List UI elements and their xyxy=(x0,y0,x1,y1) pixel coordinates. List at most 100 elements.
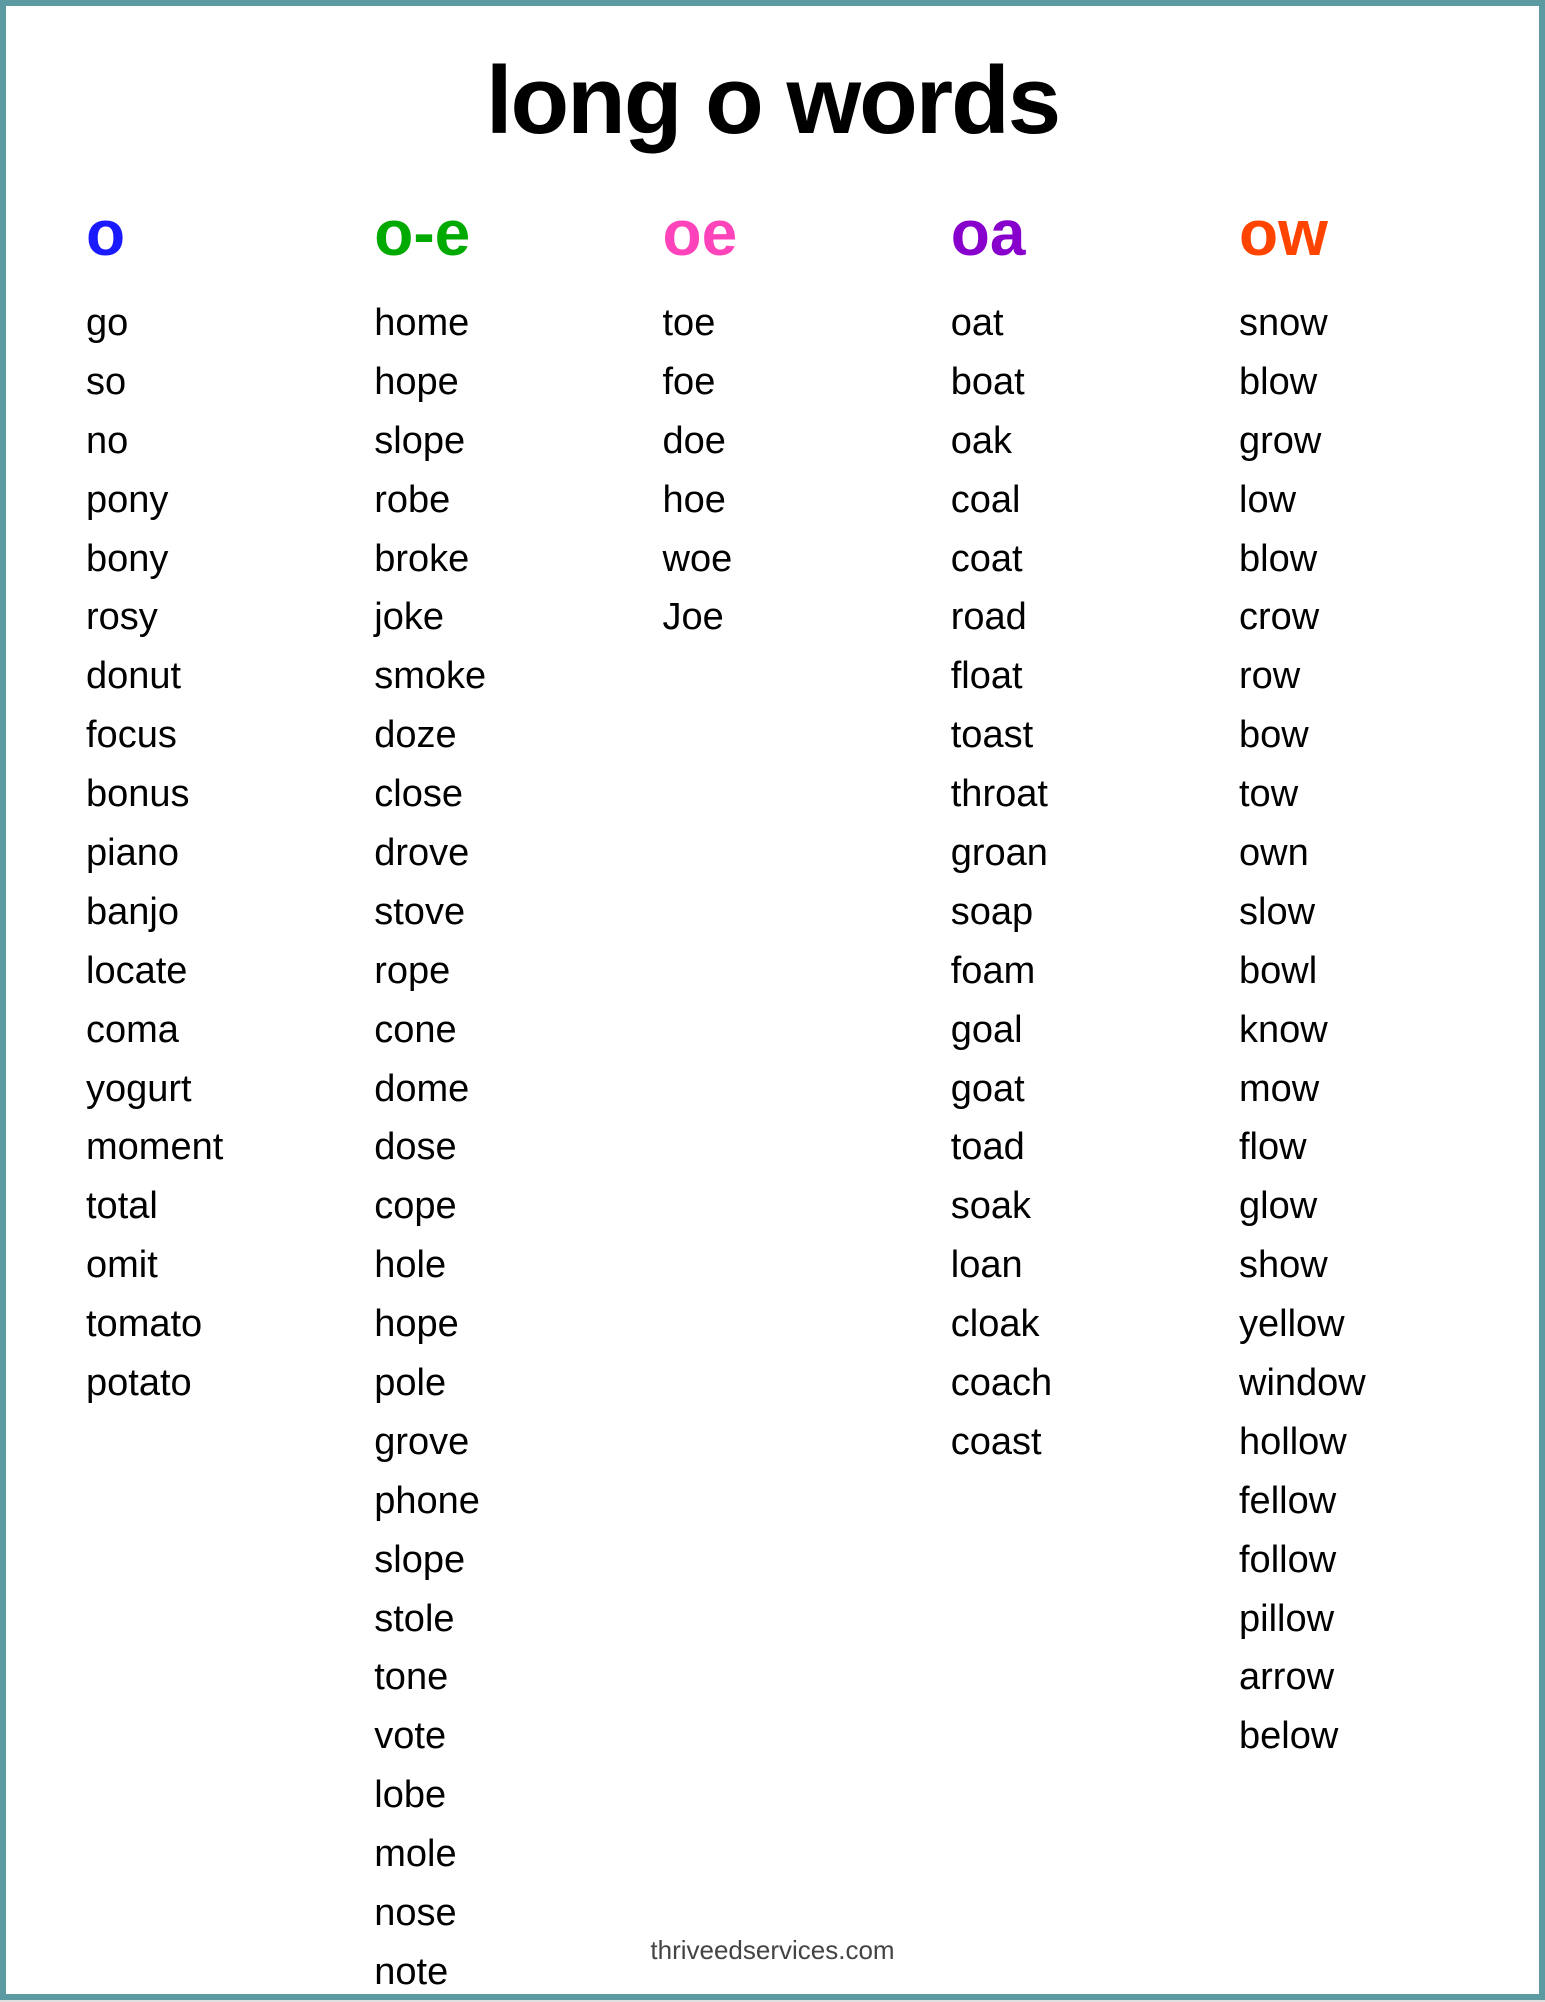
word-item: hollow xyxy=(1239,1413,1347,1472)
word-item: throat xyxy=(951,765,1048,824)
word-item: yellow xyxy=(1239,1295,1345,1354)
word-item: fellow xyxy=(1239,1472,1336,1531)
word-item: piano xyxy=(86,824,179,883)
column-oe-col: o-ehomehopesloperobebrokejokesmokedozecl… xyxy=(374,196,594,2002)
column-header-oa-col: oa xyxy=(951,196,1026,270)
word-item: slope xyxy=(374,1531,465,1590)
word-item: low xyxy=(1239,471,1296,530)
column-ow-col: owsnowblowgrowlowblowcrowrowbowtowownslo… xyxy=(1239,196,1459,2002)
word-item: grow xyxy=(1239,412,1321,471)
word-item: goal xyxy=(951,1001,1023,1060)
word-item: pony xyxy=(86,471,168,530)
word-item: below xyxy=(1239,1707,1338,1766)
word-item: omit xyxy=(86,1236,158,1295)
word-item: bow xyxy=(1239,706,1309,765)
page-title: long o words xyxy=(66,46,1479,156)
word-item: cloak xyxy=(951,1295,1040,1354)
page: long o words o gosonoponybonyrosydonutfoc… xyxy=(0,0,1545,2000)
word-item: bowl xyxy=(1239,942,1317,1001)
word-item: hole xyxy=(374,1236,446,1295)
column-header-o-col: o xyxy=(86,196,125,270)
word-item: toad xyxy=(951,1118,1025,1177)
word-item: go xyxy=(86,294,128,353)
word-item: stove xyxy=(374,883,465,942)
word-item: bonus xyxy=(86,765,190,824)
word-item: phone xyxy=(374,1472,480,1531)
word-item: potato xyxy=(86,1354,192,1413)
word-item: oat xyxy=(951,294,1004,353)
word-item: yogurt xyxy=(86,1060,192,1119)
word-item: blow xyxy=(1239,353,1317,412)
word-item: so xyxy=(86,353,126,412)
word-item: focus xyxy=(86,706,177,765)
word-item: float xyxy=(951,647,1023,706)
word-item: dome xyxy=(374,1060,469,1119)
word-item: hoe xyxy=(663,471,726,530)
word-item: soak xyxy=(951,1177,1031,1236)
word-item: foe xyxy=(663,353,716,412)
footer-text: thriveedservices.com xyxy=(6,1935,1539,1966)
word-item: broke xyxy=(374,530,469,589)
word-item: flow xyxy=(1239,1118,1307,1177)
word-item: goat xyxy=(951,1060,1025,1119)
word-item: coast xyxy=(951,1413,1042,1472)
word-item: arrow xyxy=(1239,1648,1334,1707)
word-item: stole xyxy=(374,1590,454,1649)
word-item: road xyxy=(951,588,1027,647)
word-item: smoke xyxy=(374,647,486,706)
word-item: locate xyxy=(86,942,187,1001)
word-item: coma xyxy=(86,1001,179,1060)
word-item: hope xyxy=(374,1295,459,1354)
columns-container: o gosonoponybonyrosydonutfocusbonuspiano b… xyxy=(66,196,1479,2002)
word-item: coal xyxy=(951,471,1021,530)
word-item: crow xyxy=(1239,588,1319,647)
word-item: moment xyxy=(86,1118,223,1177)
word-item: rope xyxy=(374,942,450,1001)
word-item: tone xyxy=(374,1648,448,1707)
word-item: lobe xyxy=(374,1766,446,1825)
word-item: loan xyxy=(951,1236,1023,1295)
word-item: woe xyxy=(663,530,733,589)
word-item: mow xyxy=(1239,1060,1319,1119)
word-item: joke xyxy=(374,588,444,647)
word-item: home xyxy=(374,294,469,353)
word-item: own xyxy=(1239,824,1309,883)
word-item: cone xyxy=(374,1001,456,1060)
word-item: cope xyxy=(374,1177,456,1236)
word-item: slow xyxy=(1239,883,1315,942)
word-item: Joe xyxy=(663,588,724,647)
word-item: coach xyxy=(951,1354,1052,1413)
word-item: snow xyxy=(1239,294,1328,353)
word-item: tow xyxy=(1239,765,1298,824)
word-item: doze xyxy=(374,706,456,765)
word-item: no xyxy=(86,412,128,471)
word-item: window xyxy=(1239,1354,1366,1413)
word-item: know xyxy=(1239,1001,1328,1060)
word-item: dose xyxy=(374,1118,456,1177)
word-item: drove xyxy=(374,824,469,883)
word-item: boat xyxy=(951,353,1025,412)
word-item: soap xyxy=(951,883,1033,942)
column-oe2-col: oetoefoedoehoewoeJoe xyxy=(663,196,883,2002)
word-item: follow xyxy=(1239,1531,1336,1590)
word-item: donut xyxy=(86,647,181,706)
word-item: robe xyxy=(374,471,450,530)
word-item: coat xyxy=(951,530,1023,589)
word-item: foam xyxy=(951,942,1035,1001)
word-item: tomato xyxy=(86,1295,202,1354)
column-header-oe-col: o-e xyxy=(374,196,470,270)
word-item: vote xyxy=(374,1707,446,1766)
word-item: bony xyxy=(86,530,168,589)
column-o-col: ogosonoponybonyrosydonutfocusbonuspianob… xyxy=(86,196,306,2002)
word-item: grove xyxy=(374,1413,469,1472)
column-header-ow-col: ow xyxy=(1239,196,1328,270)
word-item: show xyxy=(1239,1236,1328,1295)
word-item: mole xyxy=(374,1825,456,1884)
word-item: glow xyxy=(1239,1177,1317,1236)
word-item: row xyxy=(1239,647,1300,706)
word-item: toe xyxy=(663,294,716,353)
word-item: close xyxy=(374,765,463,824)
word-item: slope xyxy=(374,412,465,471)
word-item: hope xyxy=(374,353,459,412)
word-item: rosy xyxy=(86,588,158,647)
